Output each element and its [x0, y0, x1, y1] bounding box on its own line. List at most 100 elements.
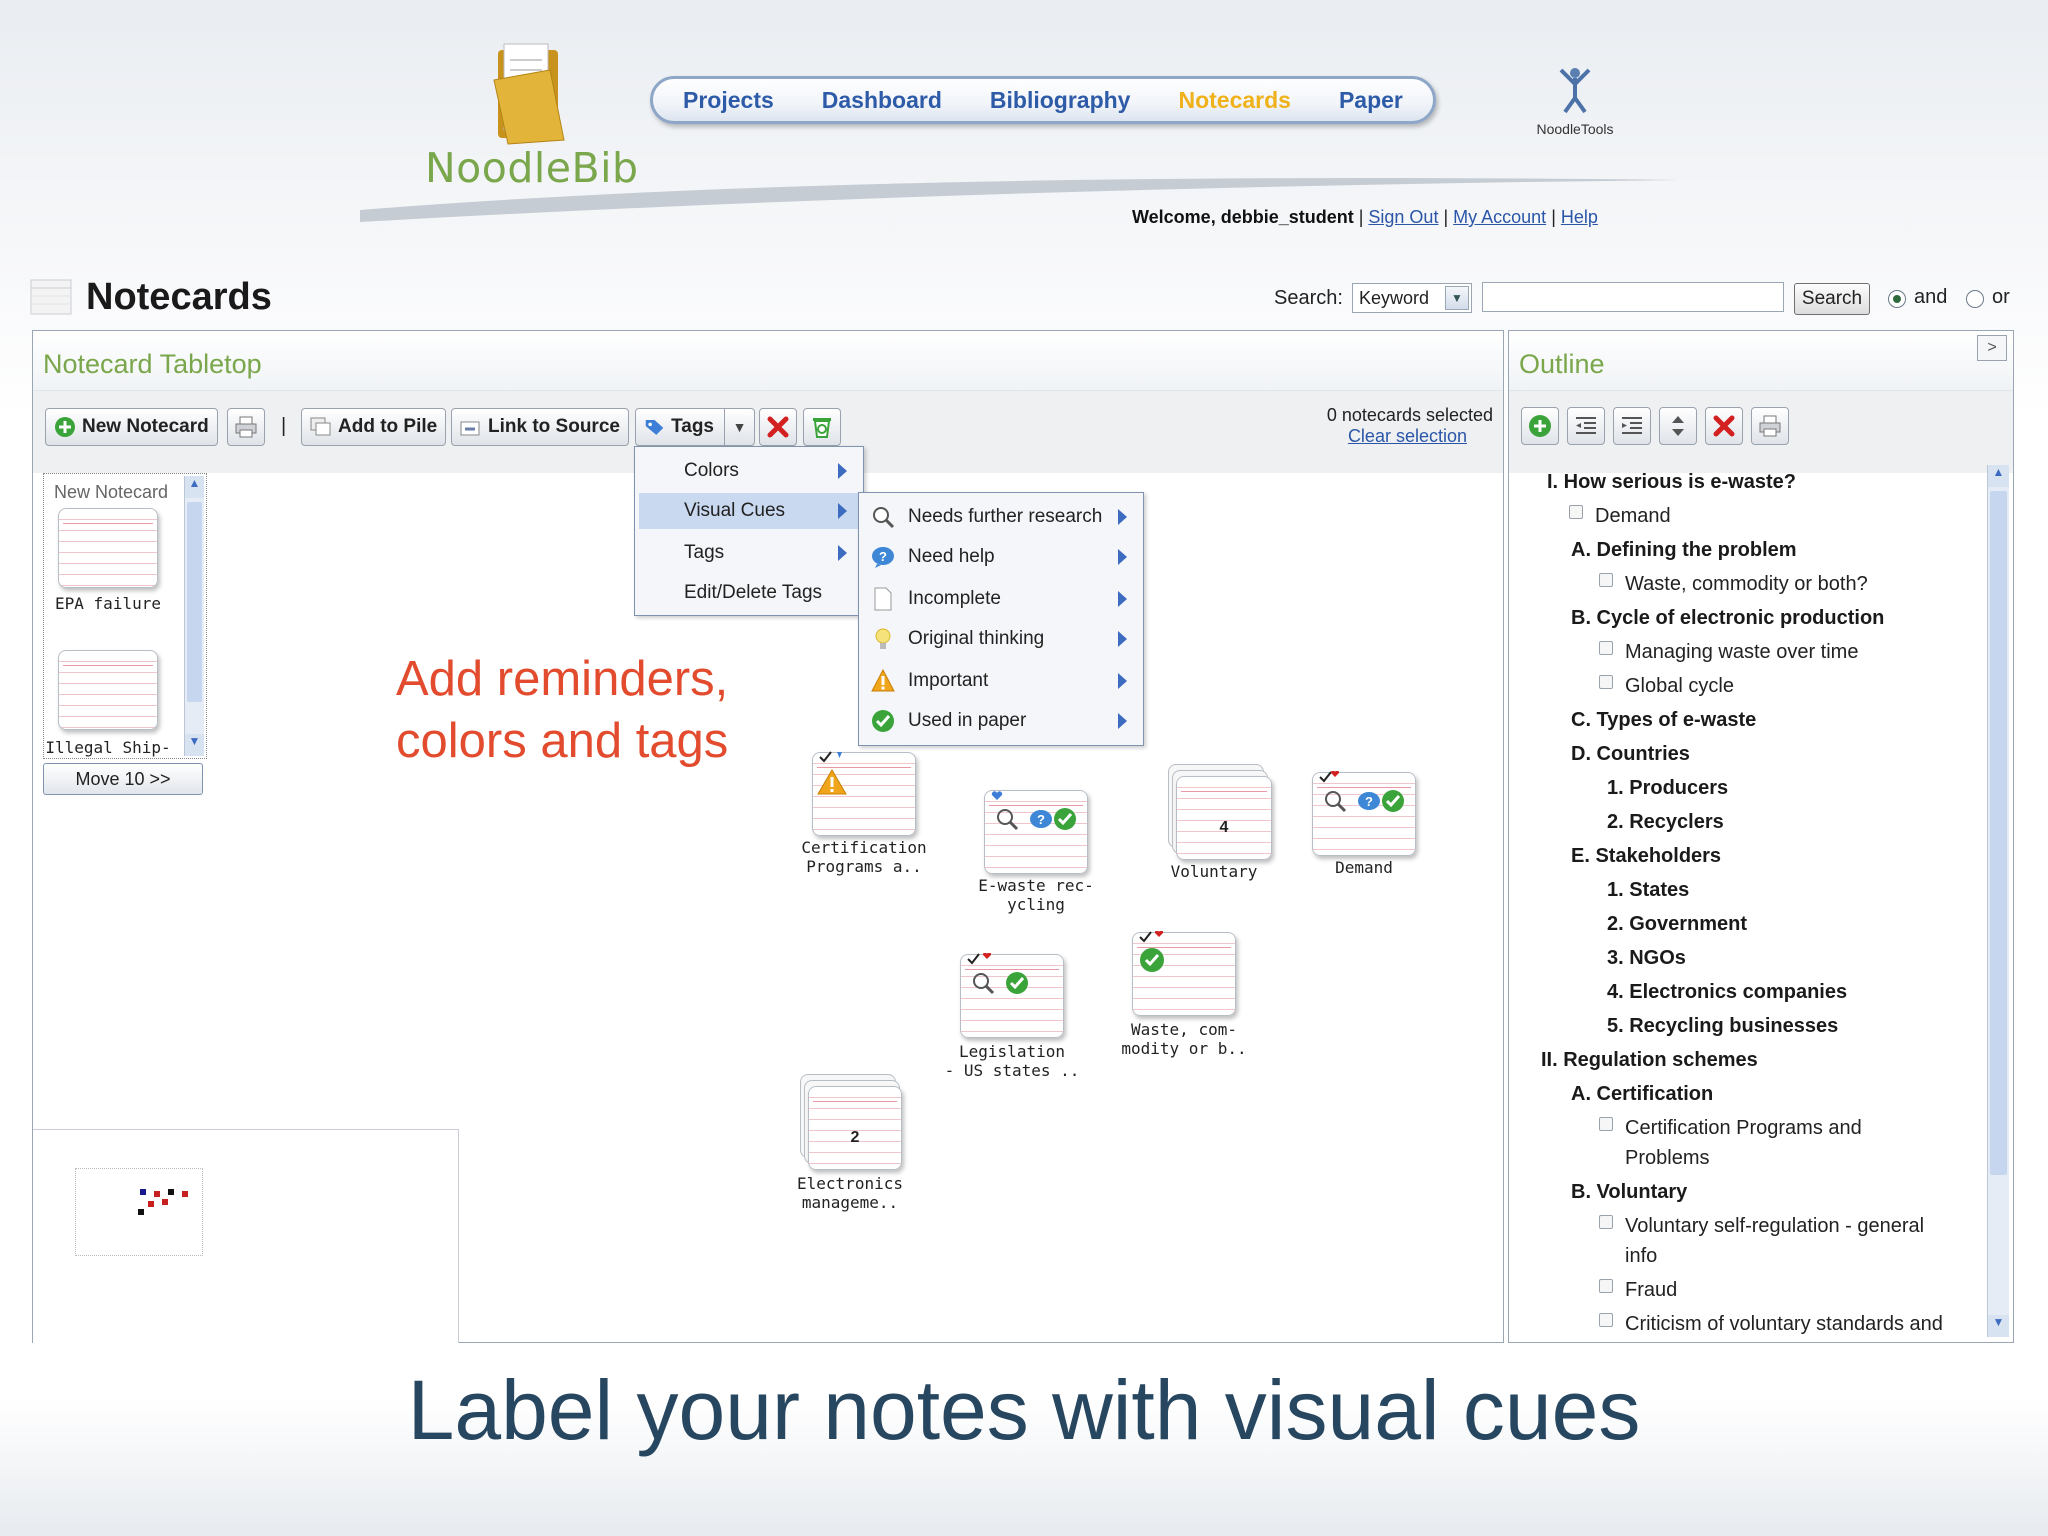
outline-row[interactable]: 3. NGOs: [1607, 947, 1686, 970]
outline-notecard-row[interactable]: Demand: [1569, 505, 1671, 528]
nav-dashboard[interactable]: Dashboard: [822, 87, 942, 114]
minimap-dot: [162, 1199, 168, 1205]
add-to-pile-button[interactable]: Add to Pile: [301, 408, 447, 446]
outline-row[interactable]: 5. Recycling businesses: [1607, 1015, 1838, 1038]
nav-bibliography[interactable]: Bibliography: [990, 87, 1131, 114]
outline-notecard-row[interactable]: Certification Programs and: [1599, 1117, 1862, 1140]
outline-row[interactable]: D. Countries: [1571, 743, 1690, 766]
scroll-down-icon[interactable]: ▼: [185, 734, 204, 756]
outline-row[interactable]: B. Voluntary: [1571, 1181, 1687, 1204]
nav-notecards[interactable]: Notecards: [1178, 87, 1290, 114]
nav-paper[interactable]: Paper: [1339, 87, 1403, 114]
outline-row[interactable]: 4. Electronics companies: [1607, 981, 1847, 1004]
outline-notecard-row[interactable]: Voluntary self-regulation - general: [1599, 1215, 1924, 1238]
outline-print-button[interactable]: [1751, 407, 1789, 445]
radio-or[interactable]: [1966, 290, 1984, 308]
print-button[interactable]: [227, 408, 265, 446]
cue-important[interactable]: Important: [863, 663, 1139, 699]
outline-add-button[interactable]: [1521, 407, 1559, 445]
search-type-select[interactable]: Keyword ▼: [1352, 283, 1472, 313]
outline-row[interactable]: 1. States: [1607, 879, 1689, 902]
outline-row[interactable]: B. Cycle of electronic production: [1571, 607, 1884, 630]
scroll-up-icon[interactable]: ▲: [185, 476, 204, 498]
search-button[interactable]: Search: [1794, 283, 1870, 315]
outline-row[interactable]: I. How serious is e-waste?: [1547, 471, 1796, 494]
my-account-link[interactable]: My Account: [1453, 207, 1546, 227]
outline-checkbox[interactable]: [1599, 573, 1613, 587]
scroll-up-icon[interactable]: ▲: [1988, 465, 2009, 487]
outline-notecard-row[interactable]: Waste, commodity or both?: [1599, 573, 1868, 596]
new-notecard-button[interactable]: New Notecard: [45, 408, 218, 446]
recycle-button[interactable]: [803, 408, 841, 446]
link-to-source-button[interactable]: Link to Source: [451, 408, 629, 446]
outline-notecard-row[interactable]: Global cycle: [1599, 675, 1734, 698]
outline-checkbox[interactable]: [1569, 505, 1583, 519]
sign-out-link[interactable]: Sign Out: [1368, 207, 1438, 227]
outline-notecard-row[interactable]: Managing waste over time: [1599, 641, 1858, 664]
outline-move-button[interactable]: [1659, 407, 1697, 445]
outline-delete-button[interactable]: [1705, 407, 1743, 445]
notecard-ewaste-recycling[interactable]: ?: [984, 790, 1088, 874]
notecard-certification[interactable]: [812, 751, 916, 836]
notecard-voluntary-stack[interactable]: 4: [1176, 776, 1272, 860]
move-ten-button[interactable]: Move 10 >>: [43, 763, 203, 795]
outline-checkbox[interactable]: [1599, 1313, 1613, 1327]
menu-item-visual-cues[interactable]: Visual Cues: [639, 493, 859, 529]
cue-incomplete[interactable]: Incomplete: [863, 581, 1139, 617]
outline-checkbox[interactable]: [1599, 1279, 1613, 1293]
cue-needs-further-research[interactable]: Needs further research: [863, 499, 1139, 535]
outline-scroll-thumb[interactable]: [1990, 491, 2007, 1175]
pile-icon: [310, 417, 331, 436]
toolbar-divider: |: [281, 415, 287, 437]
pile-label: New Notecard: [54, 482, 169, 502]
search-input[interactable]: [1482, 282, 1784, 312]
delete-button[interactable]: [759, 408, 797, 446]
pile-scroll-thumb[interactable]: [187, 502, 202, 702]
outline-row[interactable]: C. Types of e-waste: [1571, 709, 1756, 732]
menu-item-colors[interactable]: Colors: [639, 453, 859, 489]
notecard-legislation[interactable]: [960, 953, 1064, 1038]
menu-item-label: Tags: [684, 542, 725, 563]
outline-row[interactable]: E. Stakeholders: [1571, 845, 1721, 868]
menu-item-edit-delete-tags[interactable]: Edit/Delete Tags: [639, 575, 859, 611]
cue-used-in-paper[interactable]: Used in paper: [863, 703, 1139, 739]
outline-row[interactable]: A. Certification: [1571, 1083, 1713, 1106]
nav-projects[interactable]: Projects: [683, 87, 774, 114]
outline-scrollbar[interactable]: ▲ ▼: [1987, 465, 2009, 1337]
scroll-down-icon[interactable]: ▼: [1988, 1315, 2009, 1337]
notecard-demand[interactable]: ?: [1312, 771, 1416, 856]
notecard-electronics-stack[interactable]: 2: [808, 1086, 902, 1170]
submenu-arrow-icon: [838, 503, 847, 519]
minimap-viewport[interactable]: [75, 1168, 203, 1256]
outline-row[interactable]: 1. Producers: [1607, 777, 1728, 800]
notecard-waste-commodity[interactable]: [1132, 931, 1236, 1016]
clear-selection-link[interactable]: Clear selection: [1327, 426, 1467, 447]
outline-row[interactable]: 2. Government: [1607, 913, 1747, 936]
outline-row-label: Demand: [1595, 505, 1671, 527]
cue-original-thinking[interactable]: Original thinking: [863, 621, 1139, 657]
outline-row[interactable]: II. Regulation schemes: [1541, 1049, 1758, 1072]
radio-and[interactable]: [1888, 290, 1906, 308]
tabletop-minimap[interactable]: [33, 1129, 459, 1343]
collapse-outline-icon[interactable]: >: [1977, 335, 2007, 361]
pile-scrollbar[interactable]: ▲ ▼: [184, 476, 204, 756]
pile-notecard[interactable]: [58, 650, 158, 730]
outline-notecard-row[interactable]: Fraud: [1599, 1279, 1677, 1302]
menu-item-tags[interactable]: Tags: [639, 535, 859, 571]
magnifier-icon: [873, 507, 895, 529]
tags-button[interactable]: Tags ▼: [635, 408, 755, 446]
outline-checkbox[interactable]: [1599, 641, 1613, 655]
pile-notecard[interactable]: [58, 508, 158, 588]
help-link[interactable]: Help: [1561, 207, 1598, 227]
outline-outdent-button[interactable]: [1567, 407, 1605, 445]
outline-indent-button[interactable]: [1613, 407, 1651, 445]
search-label: Search:: [1274, 287, 1343, 309]
outline-checkbox[interactable]: [1599, 1215, 1613, 1229]
outline-row[interactable]: A. Defining the problem: [1571, 539, 1797, 562]
chevron-down-icon[interactable]: ▼: [724, 409, 754, 445]
outline-row[interactable]: 2. Recyclers: [1607, 811, 1724, 834]
outline-checkbox[interactable]: [1599, 1117, 1613, 1131]
cue-need-help[interactable]: ? Need help: [863, 539, 1139, 575]
outline-checkbox[interactable]: [1599, 675, 1613, 689]
outline-notecard-row[interactable]: Criticism of voluntary standards and: [1599, 1313, 1943, 1336]
